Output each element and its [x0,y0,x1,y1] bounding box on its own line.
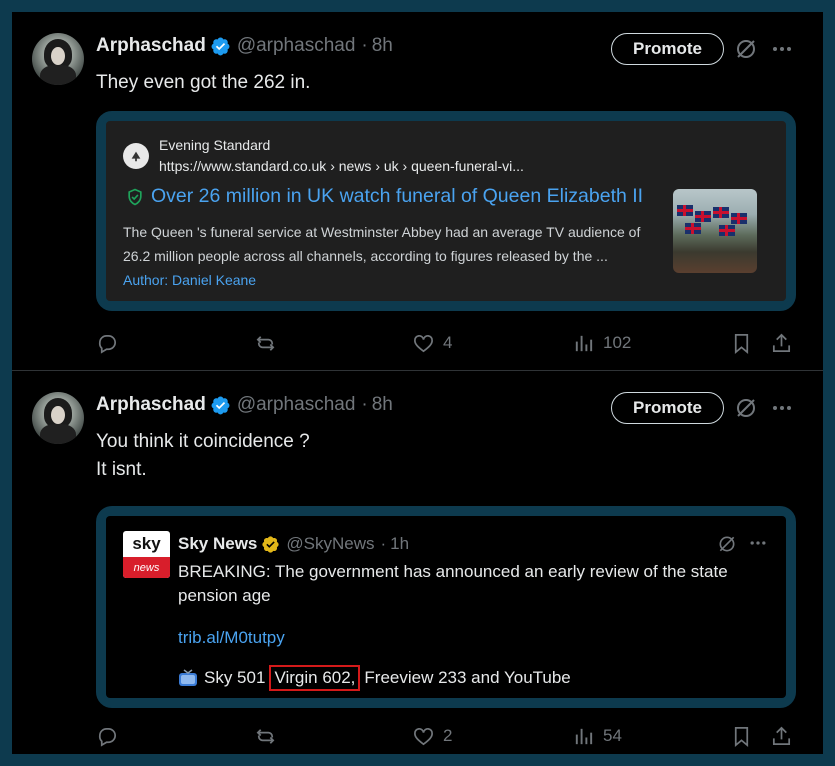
link-description: The Queen 's funeral service at Westmins… [123,224,641,264]
share-button[interactable] [770,721,793,751]
post-text-line: It isnt. [96,459,147,480]
views-icon [575,728,593,744]
quote-text: BREAKING: The government has announced a… [178,562,728,605]
like-icon [414,334,433,352]
separator: · [380,534,387,553]
more-icon[interactable] [770,37,794,61]
post-actions: 2 54 [96,721,796,751]
like-count: 2 [443,726,453,745]
views-icon [575,335,593,351]
like-button[interactable]: 2 [412,721,452,751]
author-handle[interactable]: @arphaschad [237,394,356,416]
share-button[interactable] [770,328,793,358]
source-name: Evening Standard [159,137,271,153]
share-icon [772,333,791,352]
headline-text[interactable]: Over 26 million in UK watch funeral of Q… [151,185,643,208]
avatar[interactable]: sky news [123,531,170,578]
logo-text: sky [132,534,161,553]
repost-icon [256,728,275,744]
views-count: 54 [603,726,622,745]
post-actions: 4 102 [96,328,796,358]
link-card-frame: Evening Standard https://www.standard.co… [96,111,796,311]
post[interactable]: Arphaschad @arphaschad · 8h Promote They… [12,12,823,370]
like-count: 4 [443,333,453,352]
highlighted-channel: Virgin 602, [269,665,361,691]
verified-badge-icon[interactable] [261,535,280,554]
bookmark-icon [734,726,749,747]
post[interactable]: Arphaschad @arphaschad · 8h Promote You … [12,371,823,754]
bookmark-icon [734,333,749,354]
source-url[interactable]: https://www.standard.co.uk › news › uk ›… [159,158,524,174]
bookmark-button[interactable] [730,721,753,751]
link-author[interactable]: Author: Daniel Keane [123,272,256,288]
quote-timestamp[interactable]: 1h [390,534,409,554]
views-button[interactable]: 54 [572,721,622,751]
channels-text: Freeview 233 and YouTube [364,668,571,687]
views-count: 102 [603,333,632,352]
quote-link[interactable]: trib.al/M0tutpy [178,628,285,648]
timestamp[interactable]: 8h [372,35,393,57]
like-button[interactable]: 4 [412,328,452,358]
avatar[interactable] [32,392,84,444]
repost-button[interactable] [254,328,277,358]
author-name[interactable]: Arphaschad [96,394,206,416]
post-text-line: They even got the 262 in. [96,72,311,93]
grok-icon[interactable] [734,37,758,61]
quote-card-frame: sky news Sky News @SkyNews · 1h BREAKING… [96,506,796,708]
link-thumbnail[interactable] [673,189,757,273]
tv-icon [178,669,198,687]
repost-icon [256,335,275,351]
author-handle[interactable]: @arphaschad [237,35,356,57]
like-icon [414,727,433,745]
grok-icon[interactable] [734,396,758,420]
promote-button[interactable]: Promote [611,392,724,424]
quote-channels: Sky 501 Virgin 602, Freeview 233 and You… [178,665,571,691]
reply-button[interactable] [96,721,119,751]
post-text-line: You think it coincidence ? [96,431,310,452]
timestamp[interactable]: 8h [372,394,393,416]
post-header: Arphaschad @arphaschad · 8h [96,34,393,58]
quote-card[interactable]: sky news Sky News @SkyNews · 1h BREAKING… [106,516,786,698]
author-name[interactable]: Arphaschad [96,35,206,57]
link-headline[interactable]: Over 26 million in UK watch funeral of Q… [125,185,643,208]
more-icon[interactable] [748,533,768,553]
views-button[interactable]: 102 [572,328,631,358]
separator: · [361,35,368,56]
post-header: Arphaschad @arphaschad · 8h [96,393,393,417]
share-icon [772,726,791,745]
avatar[interactable] [32,33,84,85]
separator: · [361,394,368,415]
logo-text: news [123,557,170,578]
source-logo-icon [123,143,149,169]
quote-author-handle[interactable]: @SkyNews [286,534,374,554]
post-text: You think it coincidence ? It isnt. [96,428,310,484]
channels-text: Sky 501 [204,668,266,687]
more-icon[interactable] [770,396,794,420]
bookmark-button[interactable] [730,328,753,358]
verified-badge-icon[interactable] [210,36,231,57]
post-text: They even got the 262 in. [96,69,310,97]
verified-badge-icon[interactable] [210,395,231,416]
grok-icon[interactable] [717,534,737,554]
quote-header: Sky News @SkyNews · 1h [178,534,409,554]
reply-button[interactable] [96,328,119,358]
timeline: Arphaschad @arphaschad · 8h Promote They… [12,12,823,754]
quote-author-name[interactable]: Sky News [178,534,257,554]
repost-button[interactable] [254,721,277,751]
reply-icon [98,727,117,747]
shield-check-icon [125,187,145,207]
reply-icon [98,334,117,354]
promote-button[interactable]: Promote [611,33,724,65]
link-card[interactable]: Evening Standard https://www.standard.co… [106,121,786,301]
